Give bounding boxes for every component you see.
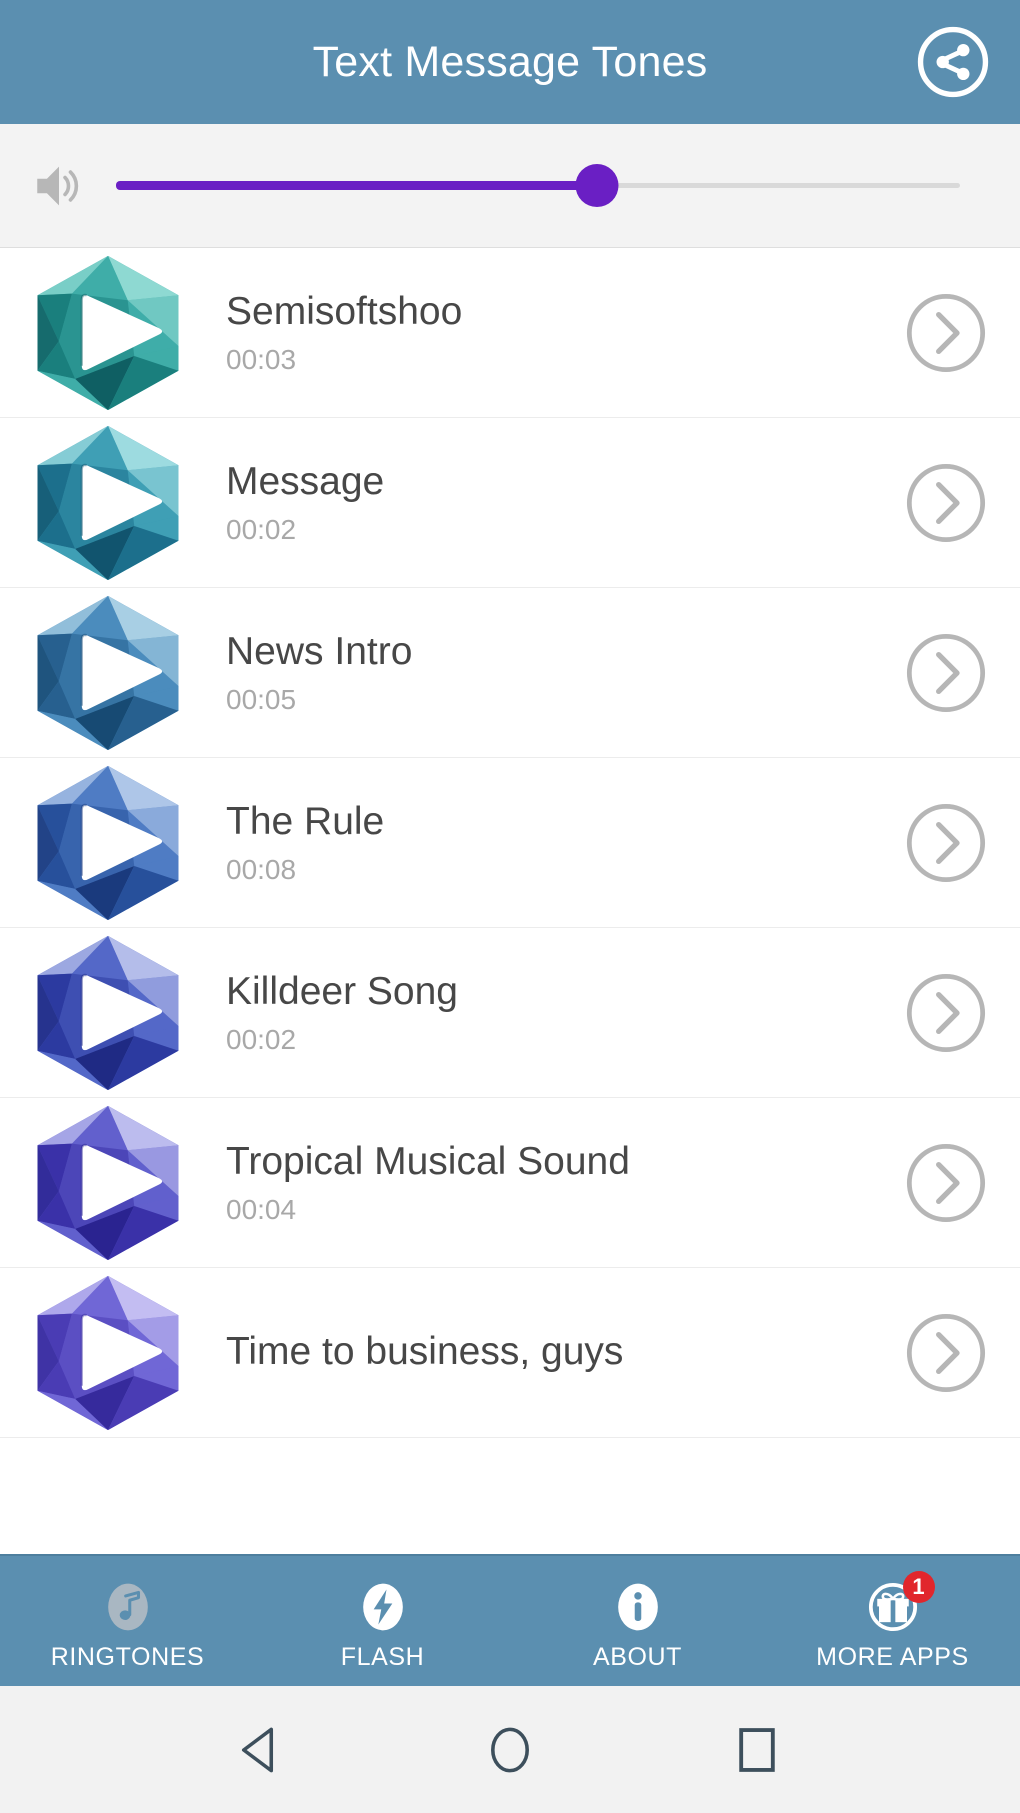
tone-info: Killdeer Song 00:02 <box>194 970 900 1056</box>
tone-play-button[interactable] <box>22 760 194 926</box>
tone-list-item[interactable]: News Intro 00:05 <box>0 588 1020 758</box>
tone-options-button[interactable] <box>900 1307 992 1399</box>
tone-play-button[interactable] <box>22 420 194 586</box>
tone-duration: 00:05 <box>226 683 297 715</box>
page-title: Text Message Tones <box>312 37 708 86</box>
chevron-right-circle-icon <box>906 633 986 712</box>
tone-info: News Intro 00:05 <box>194 630 900 716</box>
back-button[interactable] <box>218 1705 308 1795</box>
circle-home-icon <box>491 1727 529 1772</box>
play-gem-icon <box>37 765 179 920</box>
chevron-right-circle-icon <box>906 973 986 1052</box>
volume-slider[interactable] <box>116 156 960 216</box>
tone-list-item[interactable]: Killdeer Song 00:02 <box>0 928 1020 1098</box>
volume-speaker-icon <box>28 155 90 217</box>
tone-duration: 00:02 <box>226 1023 297 1055</box>
tone-title: Message <box>226 459 385 503</box>
recents-button[interactable] <box>712 1705 802 1795</box>
nav-item-flash[interactable]: FLASH <box>255 1556 510 1686</box>
nav-item-more-apps[interactable]: 1 MORE APPS <box>765 1556 1020 1686</box>
tone-options-button[interactable] <box>900 457 992 549</box>
ringtone-list[interactable]: Semisoftshoo 00:03 Message 00:02 News In… <box>0 248 1020 1554</box>
volume-slider-fill <box>116 181 598 190</box>
music-note-icon <box>107 1583 148 1630</box>
app-root: Text Message Tones Semisoftshoo 00:03 Me… <box>0 0 1020 1813</box>
play-gem-icon <box>37 425 179 580</box>
tone-options-button[interactable] <box>900 287 992 379</box>
bottom-navigation: RINGTONES FLASH ABOUT 1 MORE APPS <box>0 1554 1020 1686</box>
nav-item-ringtones[interactable]: RINGTONES <box>0 1556 255 1686</box>
app-bar: Text Message Tones <box>0 0 1020 124</box>
nav-icon-wrapper <box>610 1579 666 1635</box>
triangle-back-icon <box>242 1727 274 1772</box>
nav-icon-wrapper <box>355 1579 411 1635</box>
share-icon <box>917 26 989 98</box>
share-button[interactable] <box>912 21 994 103</box>
tone-list-item[interactable]: Message 00:02 <box>0 418 1020 588</box>
chevron-right-circle-icon <box>906 1313 986 1392</box>
tone-duration: 00:03 <box>226 343 297 375</box>
play-gem-icon <box>37 255 179 410</box>
tone-list-item[interactable]: Time to business, guys <box>0 1268 1020 1438</box>
nav-item-label: RINGTONES <box>50 1642 205 1671</box>
nav-item-label: ABOUT <box>592 1642 683 1671</box>
info-icon <box>617 1583 658 1630</box>
tone-info: Time to business, guys <box>194 1330 900 1375</box>
tone-info: Tropical Musical Sound 00:04 <box>194 1140 900 1226</box>
tone-list-item[interactable]: The Rule 00:08 <box>0 758 1020 928</box>
nav-icon-wrapper: 1 <box>865 1570 935 1635</box>
tone-play-button[interactable] <box>22 1270 194 1436</box>
tone-play-button[interactable] <box>22 590 194 756</box>
tone-options-button[interactable] <box>900 627 992 719</box>
square-recents-icon <box>738 1727 775 1772</box>
play-gem-icon <box>37 595 179 750</box>
system-navigation-bar <box>0 1686 1020 1813</box>
chevron-right-circle-icon <box>906 463 986 542</box>
tone-list-item[interactable]: Tropical Musical Sound 00:04 <box>0 1098 1020 1268</box>
tone-duration: 00:04 <box>226 1193 297 1225</box>
chevron-right-circle-icon <box>906 293 986 372</box>
tone-list-item[interactable]: Semisoftshoo 00:03 <box>0 248 1020 418</box>
chevron-right-circle-icon <box>906 1143 986 1222</box>
nav-item-label: MORE APPS <box>816 1642 969 1671</box>
tone-duration: 00:02 <box>226 513 297 545</box>
volume-bar <box>0 124 1020 248</box>
tone-title: Semisoftshoo <box>226 289 463 333</box>
nav-badge: 1 <box>902 1570 935 1603</box>
tone-title: Tropical Musical Sound <box>226 1139 630 1183</box>
nav-icon-wrapper <box>100 1579 156 1635</box>
tone-info: Message 00:02 <box>194 460 900 546</box>
play-gem-icon <box>37 1105 179 1260</box>
tone-play-button[interactable] <box>22 930 194 1096</box>
tone-title: News Intro <box>226 629 413 673</box>
nav-item-about[interactable]: ABOUT <box>510 1556 765 1686</box>
home-button[interactable] <box>465 1705 555 1795</box>
tone-title: Time to business, guys <box>226 1330 624 1374</box>
tone-info: Semisoftshoo 00:03 <box>194 290 900 376</box>
tone-info: The Rule 00:08 <box>194 800 900 886</box>
tone-options-button[interactable] <box>900 1137 992 1229</box>
volume-slider-thumb[interactable] <box>575 164 619 207</box>
tone-title: Killdeer Song <box>226 969 458 1013</box>
tone-options-button[interactable] <box>900 797 992 889</box>
chevron-right-circle-icon <box>906 803 986 882</box>
tone-play-button[interactable] <box>22 250 194 416</box>
play-gem-icon <box>37 1275 179 1430</box>
tone-options-button[interactable] <box>900 967 992 1059</box>
tone-title: The Rule <box>226 799 385 843</box>
tone-play-button[interactable] <box>22 1100 194 1266</box>
play-gem-icon <box>37 935 179 1090</box>
tone-duration: 00:08 <box>226 853 297 885</box>
nav-item-label: FLASH <box>340 1642 425 1671</box>
lightning-bolt-icon <box>362 1583 403 1630</box>
